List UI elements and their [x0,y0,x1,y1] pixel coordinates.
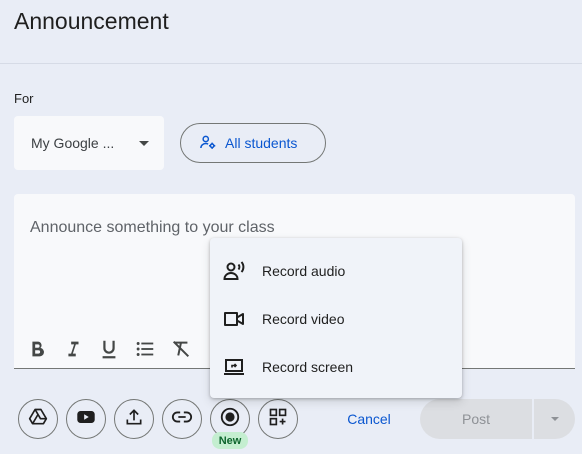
menu-item-record-video[interactable]: Record video [210,295,462,343]
cancel-button[interactable]: Cancel [334,400,404,438]
menu-item-label: Record audio [262,263,346,279]
record-audio-icon [222,259,246,283]
people-settings-icon [199,133,217,154]
link-icon [171,406,193,433]
upload-button[interactable] [114,399,154,439]
add-ons-icon [268,407,288,432]
menu-item-label: Record screen [262,359,354,375]
all-students-label: All students [225,135,298,151]
bold-icon[interactable] [24,336,50,362]
youtube-button[interactable] [66,399,106,439]
upload-icon [124,407,144,432]
menu-item-record-audio[interactable]: Record audio [210,247,462,295]
google-drive-button[interactable] [18,399,58,439]
menu-item-record-screen[interactable]: Record screen [210,343,462,391]
record-video-icon [222,307,246,331]
google-drive-icon [28,407,48,432]
format-toolbar [24,336,194,362]
editor-placeholder: Announce something to your class [30,219,275,236]
record-icon [219,406,241,433]
record-screen-icon [222,355,246,379]
course-select-value: My Google ... [31,135,115,151]
dropdown-caret-icon [139,141,149,146]
link-button[interactable] [162,399,202,439]
post-button[interactable]: Post [420,399,532,439]
underline-icon[interactable] [96,336,122,362]
add-ons-button[interactable] [258,399,298,439]
menu-item-label: Record video [262,311,345,327]
for-label: For [14,91,34,106]
all-students-button[interactable]: All students [180,123,326,163]
new-badge: New [212,432,248,449]
page-title: Announcement [14,8,169,34]
header-divider [0,63,582,64]
post-options-caret-icon [550,417,559,421]
bulleted-list-icon[interactable] [132,336,158,362]
course-select[interactable]: My Google ... [14,116,164,170]
post-options-button[interactable] [534,399,575,439]
clear-formatting-icon[interactable] [168,336,194,362]
record-menu: Record audio Record video Record screen [210,238,462,398]
italic-icon[interactable] [60,336,86,362]
youtube-icon [75,406,97,433]
